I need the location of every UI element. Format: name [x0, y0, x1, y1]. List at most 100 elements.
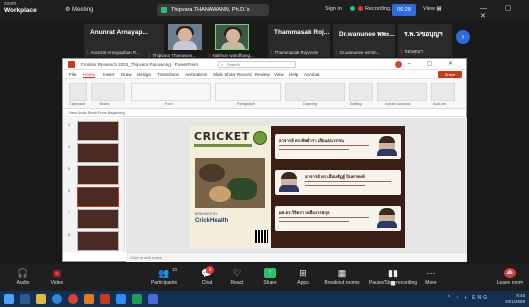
- paragraph-group-controls[interactable]: [215, 83, 281, 101]
- recording-label: Recording...: [365, 6, 395, 12]
- slide-thumbnail[interactable]: 5: [68, 165, 119, 185]
- group-label-font: Font: [165, 102, 173, 106]
- paste-button[interactable]: [69, 83, 87, 101]
- next-page-arrow-icon[interactable]: ›: [456, 30, 470, 44]
- slide-thumbnail[interactable]: 7: [68, 209, 119, 229]
- share-label: Share: [263, 280, 277, 286]
- more-button[interactable]: ⋯ More: [420, 268, 442, 286]
- view-menu[interactable]: View ▦: [423, 6, 442, 12]
- tab-home[interactable]: Home: [83, 72, 96, 78]
- current-slide[interactable]: CRICKET BRANDED BY CrickHealth อาจารย์ ด…: [189, 126, 405, 248]
- view-label: View: [423, 6, 435, 12]
- tab-animations[interactable]: Animations: [185, 72, 207, 77]
- slide-editing-canvas[interactable]: CRICKET BRANDED BY CrickHealth อาจารย์ ด…: [126, 118, 467, 252]
- brand-name: CrickHealth: [195, 218, 229, 224]
- tab-help[interactable]: Help: [289, 72, 298, 77]
- breakout-rooms-button[interactable]: ▦ Breakout rooms: [322, 268, 362, 286]
- researcher-card: อาจารย์ ดร.ทิพย์วรา เสียนธนวรรณ: [275, 134, 401, 159]
- tab-design[interactable]: Design: [137, 72, 151, 77]
- apps-label: Apps: [297, 280, 309, 286]
- pause-stop-recording-button[interactable]: ▮▮ ■ Pause/Stop recording: [368, 268, 418, 288]
- screen-share-indicator[interactable]: Thipvara THANAWANN, Ph.D.'s: [157, 4, 269, 16]
- qr-code-icon: [255, 230, 268, 243]
- researcher-detail-line: [279, 149, 349, 150]
- video-button[interactable]: ▣ Video: [44, 268, 70, 286]
- editing-button[interactable]: [349, 83, 373, 101]
- chrome-icon[interactable]: [68, 294, 78, 304]
- audio-button[interactable]: 🎧 Audio: [10, 268, 36, 286]
- app-icon[interactable]: [132, 294, 142, 304]
- slide-thumbnail[interactable]: 4: [68, 143, 119, 163]
- signin-link[interactable]: Sign in: [325, 6, 342, 12]
- app-icon[interactable]: [148, 294, 158, 304]
- slide-number: 4: [68, 144, 71, 149]
- font-group-controls[interactable]: [131, 83, 211, 101]
- tab-slide-show[interactable]: Slide Show: [213, 72, 236, 77]
- leave-label: Leave room: [496, 280, 523, 286]
- tab-review[interactable]: Review: [255, 72, 270, 77]
- share-screen-icon: ↑: [264, 268, 276, 278]
- powerpoint-window: Frontier Research 2024_Thipvara Panowong…: [62, 58, 467, 262]
- researcher-detail-line: [279, 145, 369, 146]
- drawing-group-shapes[interactable]: [285, 83, 345, 101]
- ppt-document-title: Frontier Research 2024_Thipvara Panowong…: [81, 62, 198, 67]
- apps-button[interactable]: ⊞ Apps: [292, 268, 314, 286]
- clock-date: 20/1/2568: [504, 299, 525, 304]
- adobe-acrobat-buttons[interactable]: [377, 83, 427, 101]
- window-controls[interactable]: — ▢ ✕: [480, 4, 529, 20]
- quick-access-toolbar[interactable]: New Undo Redo From Beginning: [63, 109, 466, 117]
- tab-insert[interactable]: Insert: [103, 72, 114, 77]
- participant-video-active[interactable]: [215, 24, 249, 50]
- share-owner-label: Thipvara THANAWANN, Ph.D.'s: [171, 7, 250, 13]
- windows-start-icon[interactable]: [4, 294, 14, 304]
- slide-number: 7: [68, 210, 71, 215]
- react-button[interactable]: ♡ React: [226, 268, 248, 286]
- edge-browser-icon[interactable]: [52, 294, 62, 304]
- participant-video[interactable]: [168, 24, 202, 50]
- participant-tile[interactable]: Thammasak Roj... Thammasak Rojvirote: [268, 24, 330, 57]
- recording-indicator[interactable]: Recording...: [350, 6, 395, 12]
- participant-name: Anunrat Arnayap...: [90, 29, 148, 36]
- group-label-paragraph: Paragraph: [237, 102, 255, 106]
- tab-view[interactable]: View: [274, 72, 284, 77]
- user-avatar[interactable]: [395, 61, 402, 68]
- slide-thumbnail[interactable]: 8: [68, 231, 119, 251]
- person-body: [221, 42, 245, 49]
- share-button[interactable]: ↑ Share: [258, 268, 282, 286]
- slides-group-buttons[interactable]: [91, 83, 125, 101]
- participant-name: ร.พ.ว/ขอบุญฯ: [404, 31, 443, 38]
- zoom-taskbar-icon[interactable]: [116, 294, 126, 304]
- meeting-icon: ⚙: [65, 7, 73, 13]
- slide-thumbnail[interactable]: 3: [68, 121, 119, 141]
- tab-file[interactable]: File: [69, 72, 76, 77]
- search-icon[interactable]: [20, 294, 30, 304]
- participants-label: Participants: [150, 280, 178, 286]
- photo-shirt: [279, 185, 299, 192]
- ribbon-home: Clipboard Slides Font Paragraph Drawing …: [63, 79, 466, 109]
- ppt-search-box[interactable]: ⌕ Search: [218, 61, 296, 68]
- ppt-titlebar: Frontier Research 2024_Thipvara Panowong…: [63, 59, 466, 70]
- participant-tile[interactable]: Dr.wanunee พพะ... Dr.wanunee wmim...: [333, 24, 395, 57]
- meeting-menu[interactable]: ⚙ Meeting: [65, 6, 93, 13]
- ppt-share-button[interactable]: Share: [438, 71, 462, 78]
- slide-thumbnail-selected[interactable]: 6: [68, 187, 119, 207]
- photo-shirt: [377, 149, 397, 156]
- tab-record[interactable]: Record: [237, 72, 252, 77]
- file-explorer-icon[interactable]: [36, 294, 46, 304]
- app-icon[interactable]: [84, 294, 94, 304]
- powerpoint-taskbar-icon[interactable]: [100, 294, 110, 304]
- apps-icon: ⊞: [299, 268, 307, 278]
- tab-transitions[interactable]: Transitions: [157, 72, 179, 77]
- system-tray-icons[interactable]: ^ ◔ ◑ ENG: [448, 295, 489, 301]
- participant-tile[interactable]: ร.พ.ว/ขอบุญฯ ขอบคุณฯ: [398, 24, 452, 57]
- leave-room-button[interactable]: ⏏ Leave room: [497, 268, 523, 286]
- researcher-detail-line: [279, 217, 369, 218]
- add-ins-button[interactable]: [431, 83, 455, 101]
- tab-draw[interactable]: Draw: [121, 72, 132, 77]
- notes-pane[interactable]: Click to add notes: [126, 252, 467, 262]
- ppt-window-controls[interactable]: – ▢ ✕: [408, 60, 460, 67]
- taskbar-clock[interactable]: 9:48 20/1/2568: [505, 293, 525, 305]
- slide-title: CRICKET: [194, 130, 250, 143]
- tab-acrobat[interactable]: Acrobat: [304, 72, 320, 77]
- participant-name: Dr.wanunee พพะ...: [339, 31, 395, 38]
